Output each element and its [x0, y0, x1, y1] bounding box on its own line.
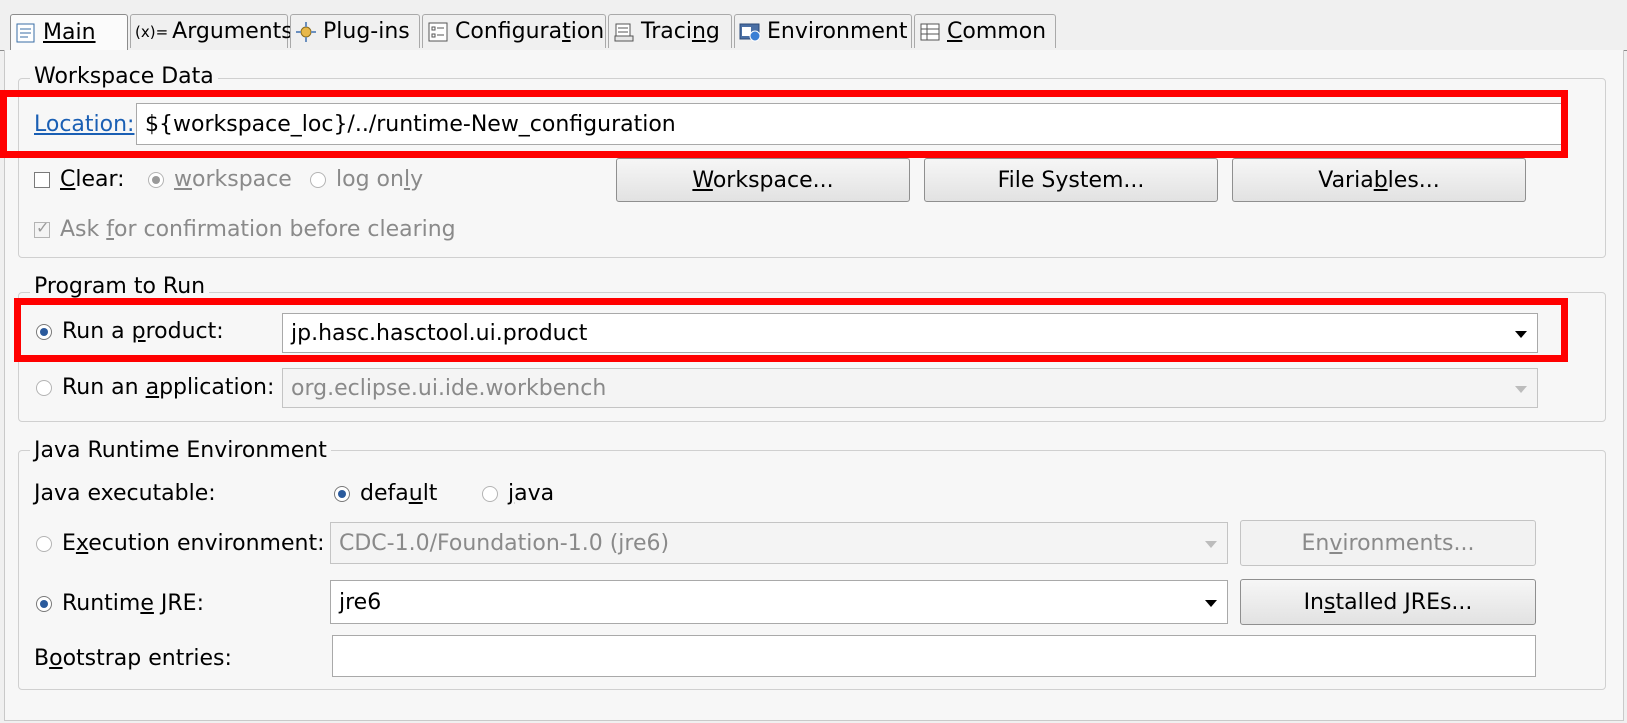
variables-button[interactable]: Variables...	[1232, 158, 1526, 202]
tab-tracing-label: Tracing	[641, 19, 720, 44]
clear-log-only-radio[interactable]	[310, 172, 326, 188]
workspace-button-label: Workspace...	[692, 167, 834, 193]
tab-environment-label: Environment	[767, 19, 908, 44]
java-exec-default-label: default	[360, 481, 438, 506]
arguments-icon: (x)=	[135, 22, 169, 41]
tab-arguments-label: Arguments	[172, 19, 293, 44]
installed-jres-button-label: Installed JREs...	[1303, 589, 1473, 615]
run-product-combo[interactable]: jp.hasc.hasctool.ui.product	[282, 313, 1538, 353]
ask-confirmation-label: Ask for confirmation before clearing	[60, 217, 456, 242]
run-application-combo[interactable]: org.eclipse.ui.ide.workbench	[282, 368, 1538, 408]
execution-environment-combo[interactable]: CDC-1.0/Foundation-1.0 (jre6)	[330, 522, 1228, 564]
execution-environment-label: Execution environment:	[62, 531, 325, 556]
environments-button[interactable]: Environments...	[1240, 520, 1536, 566]
runtime-jre-radio[interactable]	[36, 596, 52, 612]
run-product-label: Run a product:	[62, 319, 224, 344]
runtime-jre-value: jre6	[339, 589, 382, 615]
tab-configuration[interactable]: Configuration	[422, 14, 606, 48]
file-system-button-label: File System...	[997, 167, 1145, 193]
bootstrap-entries-label: Bootstrap entries:	[34, 646, 232, 671]
tab-common[interactable]: Common	[914, 14, 1056, 48]
variables-button-label: Variables...	[1318, 167, 1440, 193]
java-exec-java-label: java	[508, 481, 555, 506]
location-value: ${workspace_loc}/../runtime-New_configur…	[145, 111, 676, 137]
chevron-down-icon	[1205, 600, 1217, 607]
environments-button-label: Environments...	[1301, 530, 1475, 556]
bootstrap-entries-input[interactable]	[332, 635, 1536, 677]
tab-common-label: Common	[947, 19, 1047, 44]
clear-log-only-label: log only	[336, 167, 424, 192]
main-tab-icon	[15, 22, 37, 44]
execution-environment-value: CDC-1.0/Foundation-1.0 (jre6)	[339, 530, 670, 556]
chevron-down-icon	[1515, 331, 1527, 338]
tracing-icon	[613, 21, 635, 43]
workspace-button[interactable]: Workspace...	[616, 158, 910, 202]
location-input[interactable]: ${workspace_loc}/../runtime-New_configur…	[136, 103, 1566, 145]
run-product-value: jp.hasc.hasctool.ui.product	[291, 320, 588, 346]
runtime-jre-label: Runtime JRE:	[62, 591, 204, 616]
configuration-icon	[427, 21, 449, 43]
tab-plugins[interactable]: Plug-ins	[290, 14, 420, 48]
tab-configuration-label: Configuration	[455, 19, 605, 44]
clear-workspace-label: workspace	[174, 167, 292, 192]
plugins-icon	[295, 21, 317, 43]
java-exec-default-radio[interactable]	[334, 486, 350, 502]
java-executable-label: Java executable:	[34, 481, 216, 506]
run-application-label: Run an application:	[62, 375, 275, 400]
tab-main[interactable]: Main	[10, 14, 128, 50]
installed-jres-button[interactable]: Installed JREs...	[1240, 579, 1536, 625]
run-product-radio[interactable]	[36, 324, 52, 340]
tab-arguments[interactable]: (x)= Arguments	[130, 14, 293, 48]
location-link[interactable]: Location:	[34, 112, 134, 137]
run-application-radio[interactable]	[36, 380, 52, 396]
runtime-jre-combo[interactable]: jre6	[330, 580, 1228, 624]
chevron-down-icon	[1515, 386, 1527, 393]
common-icon	[919, 21, 941, 43]
workspace-data-legend: Workspace Data	[30, 64, 218, 89]
tab-bar: Main (x)= Arguments Plug-ins Configurati…	[0, 14, 1627, 50]
program-to-run-legend: Program to Run	[30, 274, 210, 299]
ask-confirmation-checkbox[interactable]	[34, 218, 50, 238]
clear-checkbox[interactable]	[34, 172, 50, 188]
execution-environment-radio[interactable]	[36, 536, 52, 552]
tab-main-label: Main	[43, 20, 96, 45]
file-system-button[interactable]: File System...	[924, 158, 1218, 202]
jre-legend: Java Runtime Environment	[30, 438, 331, 463]
tab-tracing[interactable]: Tracing	[608, 14, 732, 48]
java-exec-java-radio[interactable]	[482, 486, 498, 502]
chevron-down-icon	[1205, 541, 1217, 548]
tab-plugins-label: Plug-ins	[323, 19, 410, 44]
environment-icon	[739, 21, 761, 43]
clear-label: Clear:	[60, 167, 125, 192]
run-application-value: org.eclipse.ui.ide.workbench	[291, 375, 607, 401]
clear-workspace-radio[interactable]	[148, 172, 164, 188]
tab-environment[interactable]: Environment	[734, 14, 912, 48]
